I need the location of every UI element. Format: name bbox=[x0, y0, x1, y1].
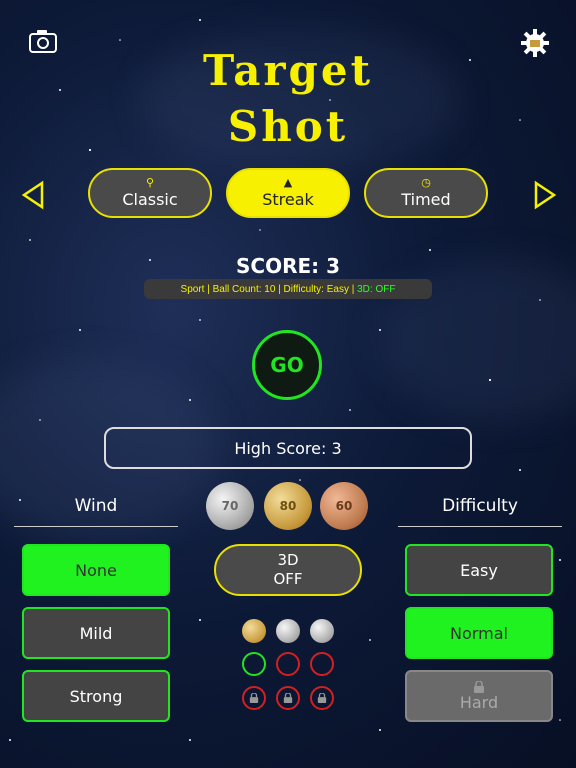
toggle-3d-state: OFF bbox=[273, 570, 303, 588]
stopwatch-icon: ◷ bbox=[421, 176, 431, 189]
score-display: SCORE: 3 bbox=[235, 254, 341, 278]
lock-icon bbox=[317, 693, 327, 703]
difficulty-option-label: Hard bbox=[459, 692, 499, 712]
next-mode-button[interactable] bbox=[532, 180, 558, 210]
mode-label: Classic bbox=[122, 190, 178, 209]
toggle-3d-button[interactable]: 3D OFF bbox=[214, 544, 362, 596]
triangle-left-icon bbox=[21, 180, 44, 210]
difficulty-option-hard[interactable]: Hard bbox=[405, 670, 553, 722]
mode-tab-classic[interactable]: ⚲ Classic bbox=[88, 168, 212, 218]
medal-bronze: 60 bbox=[320, 482, 368, 530]
lock-icon bbox=[249, 693, 259, 703]
game-info-bar: Sport | Ball Count: 10 | Difficulty: Eas… bbox=[144, 279, 432, 299]
wind-heading: Wind bbox=[74, 496, 118, 516]
info-3d-status: 3D: OFF bbox=[357, 283, 396, 295]
flame-icon: ▲ bbox=[283, 176, 293, 189]
prev-mode-button[interactable] bbox=[20, 180, 46, 210]
mode-tab-streak[interactable]: ▲ Streak bbox=[226, 168, 350, 218]
progress-slot-locked bbox=[310, 686, 334, 710]
difficulty-heading: Difficulty bbox=[442, 496, 518, 516]
medal-gold: 80 bbox=[264, 482, 312, 530]
info-text: Sport | Ball Count: 10 | Difficulty: Eas… bbox=[180, 283, 358, 295]
lock-icon bbox=[474, 680, 484, 693]
mode-tab-timed[interactable]: ◷ Timed bbox=[364, 168, 488, 218]
shuttlecock-icon: ⚲ bbox=[145, 176, 155, 189]
progress-medal-silver bbox=[276, 619, 300, 643]
game-title-line2: Shot bbox=[227, 102, 349, 151]
progress-medal-silver bbox=[310, 619, 334, 643]
progress-slot-locked bbox=[242, 686, 266, 710]
medal-silver: 70 bbox=[206, 482, 254, 530]
go-button[interactable]: GO bbox=[252, 330, 322, 400]
difficulty-divider bbox=[398, 526, 562, 527]
progress-slot-open bbox=[242, 652, 266, 676]
progress-slot-locked bbox=[276, 686, 300, 710]
wind-divider bbox=[14, 526, 178, 527]
progress-medal-gold bbox=[242, 619, 266, 643]
high-score-box: High Score: 3 bbox=[104, 427, 472, 469]
progress-slot-empty bbox=[276, 652, 300, 676]
wind-option-mild[interactable]: Mild bbox=[22, 607, 170, 659]
game-title-line1: Target bbox=[202, 46, 374, 95]
mode-label: Timed bbox=[401, 190, 451, 209]
triangle-right-icon bbox=[534, 180, 557, 210]
mode-label: Streak bbox=[262, 190, 314, 209]
difficulty-option-normal[interactable]: Normal bbox=[405, 607, 553, 659]
lock-icon bbox=[283, 693, 293, 703]
toggle-3d-label: 3D bbox=[277, 551, 299, 569]
wind-option-strong[interactable]: Strong bbox=[22, 670, 170, 722]
wind-option-none[interactable]: None bbox=[22, 544, 170, 596]
difficulty-option-easy[interactable]: Easy bbox=[405, 544, 553, 596]
progress-slot-empty bbox=[310, 652, 334, 676]
